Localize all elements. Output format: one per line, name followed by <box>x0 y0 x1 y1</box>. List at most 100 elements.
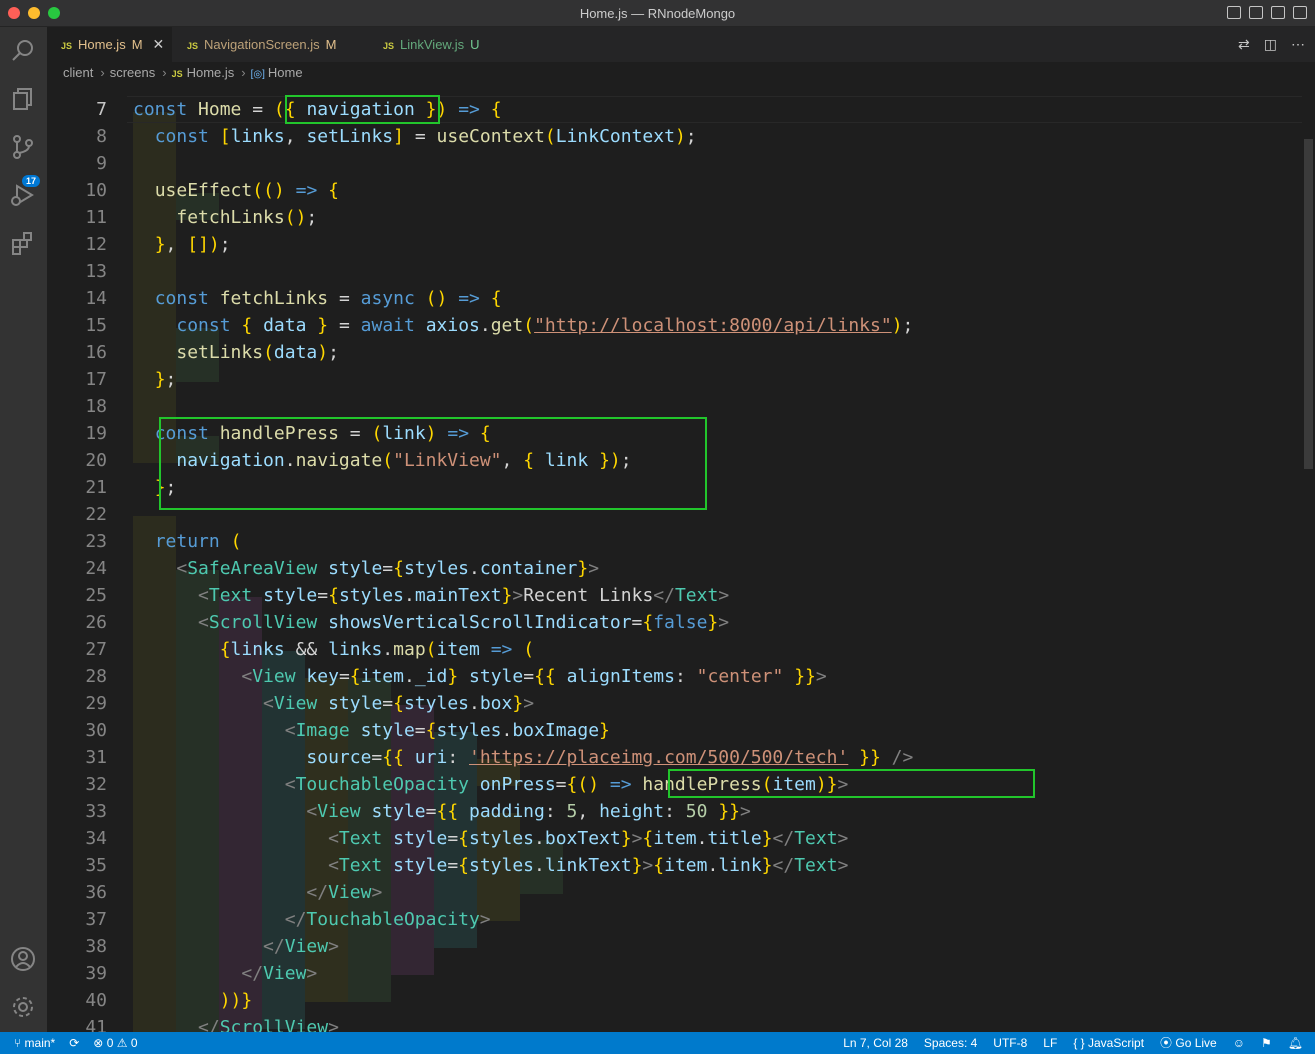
code-line[interactable]: 39 </View> <box>47 960 1302 987</box>
code-line[interactable]: 16 setLinks(data); <box>47 339 1302 366</box>
line-number: 11 <box>85 207 107 228</box>
line-number: 20 <box>85 450 107 471</box>
encoding[interactable]: UTF-8 <box>993 1032 1027 1054</box>
feedback-icon[interactable]: ⚑ <box>1261 1032 1272 1054</box>
code-line[interactable]: 31 source={{ uri: 'https://placeimg.com/… <box>47 744 1302 771</box>
code-line[interactable]: 27 {links && links.map(item => ( <box>47 636 1302 663</box>
breadcrumb: client › screens › JS Home.js › [◎] Home <box>47 62 1315 84</box>
toggle-panel-icon[interactable] <box>1249 6 1263 19</box>
code-text: </TouchableOpacity> <box>284 909 491 930</box>
code-line[interactable]: 10 useEffect(() => { <box>47 177 1302 204</box>
code-line[interactable]: 26 <ScrollView showsVerticalScrollIndica… <box>47 609 1302 636</box>
code-line[interactable]: 38 </View> <box>47 933 1302 960</box>
cursor-position[interactable]: Ln 7, Col 28 <box>843 1032 908 1054</box>
line-number: 18 <box>85 396 107 417</box>
code-editor[interactable]: 7 const Home = ({ navigation }) => {8 con… <box>47 84 1302 1032</box>
code-text: source={{ uri: 'https://placeimg.com/500… <box>306 747 914 768</box>
accounts-icon[interactable] <box>9 945 37 973</box>
code-line[interactable]: 33 <View style={{ padding: 5, height: 50… <box>47 798 1302 825</box>
breadcrumb-client[interactable]: client <box>63 65 93 80</box>
code-text: return ( <box>154 531 242 552</box>
code-line[interactable]: 30 <Image style={styles.boxImage} <box>47 717 1302 744</box>
explorer-icon[interactable] <box>9 85 37 113</box>
js-icon: JS <box>187 41 199 51</box>
code-line[interactable]: 34 <Text style={styles.boxText}>{item.ti… <box>47 825 1302 852</box>
end-of-line[interactable]: LF <box>1043 1032 1057 1054</box>
line-number: 36 <box>85 882 107 903</box>
more-actions-icon[interactable]: ⋯ <box>1291 36 1305 53</box>
line-number: 9 <box>96 153 107 174</box>
tab-navigationscreen-js[interactable]: JS NavigationScreen.js M <box>173 27 368 62</box>
code-text: <SafeAreaView style={styles.container}> <box>176 558 600 579</box>
line-number: 34 <box>85 828 107 849</box>
code-line[interactable]: 7 const Home = ({ navigation }) => { <box>47 96 1302 123</box>
code-line[interactable]: 18 <box>47 393 1302 420</box>
tab-home-js[interactable]: JS Home.js M ✕ <box>47 27 172 62</box>
code-line[interactable]: 15 const { data } = await axios.get("htt… <box>47 312 1302 339</box>
run-debug-icon[interactable] <box>9 181 37 209</box>
branch-indicator[interactable]: ⑂ main* <box>14 1032 55 1054</box>
code-line[interactable]: 28 <View key={item._id} style={{ alignIt… <box>47 663 1302 690</box>
editor-scrollbar[interactable] <box>1302 84 1315 1032</box>
sync-icon[interactable]: ⟳ <box>69 1032 79 1054</box>
line-number: 28 <box>85 666 107 687</box>
code-text: <Text style={styles.boxText}>{item.title… <box>328 828 849 849</box>
highlight-onpress-prop <box>668 769 1035 798</box>
code-text: ))} <box>219 990 253 1011</box>
js-icon: JS <box>61 41 73 51</box>
code-text: const fetchLinks = async () => { <box>154 288 502 309</box>
code-line[interactable]: 14 const fetchLinks = async () => { <box>47 285 1302 312</box>
extensions-icon[interactable] <box>9 229 37 257</box>
code-line[interactable]: 40 ))} <box>47 987 1302 1014</box>
go-live-button[interactable]: ⦿ Go Live <box>1160 1032 1217 1054</box>
code-line[interactable]: 12 }, []); <box>47 231 1302 258</box>
code-line[interactable]: 11 fetchLinks(); <box>47 204 1302 231</box>
line-number: 8 <box>96 126 107 147</box>
code-text: </View> <box>241 963 318 984</box>
open-changes-icon[interactable]: ⇄ <box>1238 36 1250 53</box>
breadcrumb-screens[interactable]: screens <box>110 65 156 80</box>
code-line[interactable]: 35 <Text style={styles.linkText}>{item.l… <box>47 852 1302 879</box>
breadcrumb-file[interactable]: Home.js <box>187 65 235 80</box>
tab-linkview-js[interactable]: JS LinkView.js U <box>369 27 509 62</box>
code-line[interactable]: 9 <box>47 150 1302 177</box>
problems-indicator[interactable]: ⊗ 0 ⚠ 0 <box>93 1032 137 1054</box>
toggle-primary-sidebar-icon[interactable] <box>1227 6 1241 19</box>
breadcrumb-symbol[interactable]: Home <box>268 65 303 80</box>
editor-tabs: JS Home.js M ✕ JS NavigationScreen.js M JS Lin… <box>47 27 1315 62</box>
line-number: 25 <box>85 585 107 606</box>
copilot-icon[interactable]: ☺ <box>1233 1032 1245 1054</box>
code-line[interactable]: 29 <View style={styles.box}> <box>47 690 1302 717</box>
code-text: fetchLinks(); <box>176 207 318 228</box>
code-text: setLinks(data); <box>176 342 339 363</box>
split-editor-icon[interactable]: ◫ <box>1264 36 1277 53</box>
code-line[interactable]: 37 </TouchableOpacity> <box>47 906 1302 933</box>
code-line[interactable]: 41 </ScrollView> <box>47 1014 1302 1032</box>
code-text: </ScrollView> <box>198 1017 339 1032</box>
toggle-secondary-sidebar-icon[interactable] <box>1271 6 1285 19</box>
activity-bar: 17 <box>0 27 47 1032</box>
search-icon[interactable] <box>9 37 37 65</box>
line-number: 23 <box>85 531 107 552</box>
code-text: <View style={{ padding: 5, height: 50 }}… <box>306 801 751 822</box>
code-text: useEffect(() => { <box>154 180 339 201</box>
code-line[interactable]: 17 }; <box>47 366 1302 393</box>
code-line[interactable]: 25 <Text style={styles.mainText}>Recent … <box>47 582 1302 609</box>
indentation[interactable]: Spaces: 4 <box>924 1032 977 1054</box>
code-line[interactable]: 23 return ( <box>47 528 1302 555</box>
js-icon: JS <box>171 69 183 79</box>
code-line[interactable]: 8 const [links, setLinks] = useContext(L… <box>47 123 1302 150</box>
customize-layout-icon[interactable] <box>1293 6 1307 19</box>
code-line[interactable]: 13 <box>47 258 1302 285</box>
code-line[interactable]: 36 </View> <box>47 879 1302 906</box>
line-number: 14 <box>85 288 107 309</box>
window-title: Home.js — RNnodeMongo <box>579 6 736 21</box>
settings-gear-icon[interactable] <box>9 993 37 1021</box>
scrollbar-thumb[interactable] <box>1304 139 1313 469</box>
language-mode[interactable]: { } JavaScript <box>1073 1032 1144 1054</box>
notifications-bell-icon[interactable]: 🔔︎ <box>1288 1032 1303 1054</box>
source-control-icon[interactable] <box>9 133 37 161</box>
close-tab-icon[interactable]: ✕ <box>153 36 165 52</box>
line-number: 31 <box>85 747 107 768</box>
code-line[interactable]: 24 <SafeAreaView style={styles.container… <box>47 555 1302 582</box>
